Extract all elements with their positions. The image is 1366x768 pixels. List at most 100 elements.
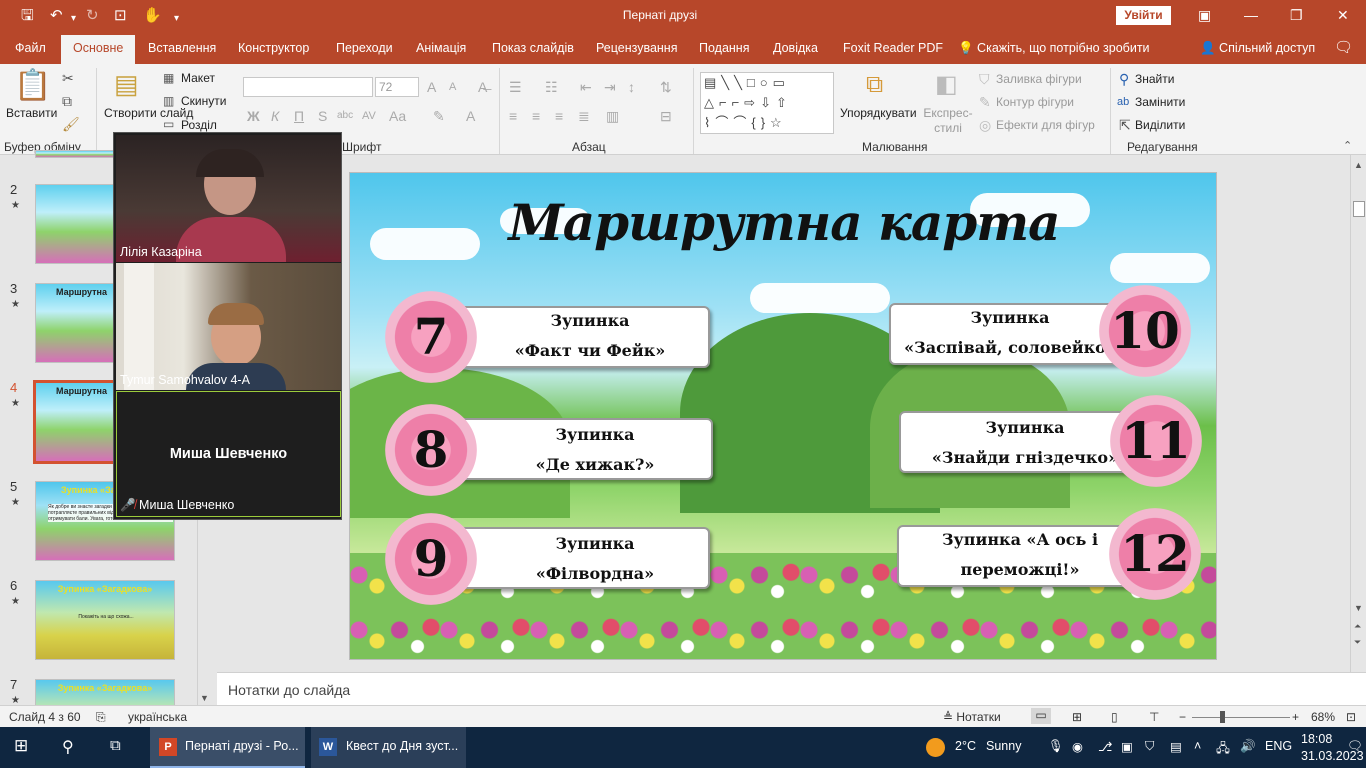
scroll-up-icon[interactable]: ▲ [1354, 160, 1363, 170]
tab-animations[interactable]: Анімація [416, 41, 466, 55]
tab-foxit[interactable]: Foxit Reader PDF [843, 41, 943, 55]
microphone-icon[interactable]: 🎙 [1048, 739, 1064, 754]
start-slideshow-icon[interactable]: ⊡ [114, 7, 127, 25]
stop-7[interactable]: Зупинка «Факт чи Фейк» 7 [375, 281, 715, 383]
notes-pane[interactable]: Нотатки до слайда [217, 672, 1366, 705]
zoom-slider-thumb[interactable] [1220, 711, 1225, 723]
stop-10[interactable]: Зупинка «Заспівай, соловейко» 10 [885, 281, 1215, 381]
search-icon[interactable]: ⚲ [62, 737, 74, 757]
customize-toolbar-icon[interactable]: ▾ [174, 10, 179, 28]
app-tray-icon[interactable]: ▣ [1121, 739, 1133, 754]
security-icon[interactable]: ⛉ [1145, 739, 1154, 754]
tab-review[interactable]: Рецензування [596, 41, 677, 55]
close-icon[interactable]: ✕ [1337, 7, 1349, 24]
reset-button[interactable]: Скинути [181, 94, 226, 108]
align-right-icon[interactable]: ≡ [555, 108, 563, 124]
language-indicator[interactable]: українська [128, 710, 187, 724]
tab-insert[interactable]: Вставлення [148, 41, 216, 55]
usb-icon[interactable]: ⎇ [1098, 739, 1112, 754]
participant-video[interactable]: Миша Шевченко 🎤̸ Миша Шевченко [116, 391, 341, 517]
spacing-icon[interactable]: AV [362, 108, 376, 124]
fit-to-window-icon[interactable]: ⊡ [1346, 710, 1356, 724]
strikethrough-icon[interactable]: abc [337, 108, 353, 124]
cut-icon[interactable]: ✂ [62, 70, 74, 86]
stop-9[interactable]: Зупинка «Філвордна» 9 [375, 505, 715, 605]
highlight-icon[interactable]: ✎ [433, 108, 445, 124]
slide-sorter-icon[interactable]: ⊞ [1072, 710, 1082, 724]
zoom-tray-icon[interactable]: ◉ [1072, 739, 1083, 754]
shape-effects-button[interactable]: Ефекти для фігур [996, 118, 1095, 132]
align-text-icon[interactable]: ⊟ [660, 108, 672, 124]
weather-sun-icon[interactable] [926, 738, 945, 757]
notifications-icon[interactable]: 🗨 [1347, 739, 1363, 754]
touch-mode-icon[interactable]: ✋ [143, 7, 162, 25]
layout-button[interactable]: Макет [181, 71, 215, 85]
font-name-combo[interactable] [243, 77, 373, 97]
quick-styles-icon[interactable]: ◧ [935, 72, 958, 98]
shape-outline-button[interactable]: Контур фігури [996, 95, 1074, 109]
font-color-icon[interactable]: A [466, 108, 475, 124]
stop-11[interactable]: Зупинка «Знайди гніздечко» 11 [885, 391, 1215, 491]
line-spacing-icon[interactable]: ↕ [628, 79, 635, 95]
previous-slide-icon[interactable]: ⏶ [1354, 621, 1361, 632]
new-slide-icon[interactable]: ▤ [114, 70, 139, 98]
share-button[interactable]: 👤 Спільний доступ [1200, 41, 1315, 56]
notes-placeholder[interactable]: Нотатки до слайда [228, 682, 350, 698]
collapse-ribbon-icon[interactable]: ⌃ [1343, 138, 1352, 154]
change-case-icon[interactable]: Aa [389, 108, 406, 124]
tab-home[interactable]: Основне [61, 35, 136, 64]
input-language[interactable]: ENG [1265, 739, 1292, 753]
underline-icon[interactable]: П [294, 108, 304, 124]
scroll-down-icon[interactable]: ▼ [1354, 603, 1363, 613]
tab-file[interactable]: Файл [15, 41, 46, 55]
zoom-level[interactable]: 68% [1311, 710, 1335, 724]
stop-8[interactable]: Зупинка «Де хижак?» 8 [375, 398, 715, 498]
signin-button[interactable]: Увійти [1116, 6, 1171, 25]
comments-icon[interactable]: 🗨 [1334, 38, 1353, 56]
task-view-icon[interactable]: ⧉ [110, 737, 121, 754]
windows-start-icon[interactable]: ⊞ [14, 736, 28, 756]
taskbar-app-powerpoint[interactable]: P Пернаті друзі - Ро... [150, 727, 305, 768]
select-button[interactable]: Виділити [1135, 118, 1185, 132]
zoom-in-icon[interactable]: + [1292, 710, 1299, 724]
columns-icon[interactable]: ▥ [606, 108, 619, 124]
slide-scrollbar[interactable]: ▲ ▼ ⏶ ⏷ [1350, 155, 1366, 672]
taskbar-app-word[interactable]: W Квест до Дня зуст... [311, 727, 466, 768]
next-slide-icon[interactable]: ⏷ [1354, 637, 1361, 648]
copy-icon[interactable]: ⧉ [62, 93, 72, 109]
shape-fill-button[interactable]: Заливка фігури [996, 72, 1082, 86]
slideshow-view-icon[interactable]: ⊤ [1149, 710, 1159, 724]
undo-icon[interactable]: ↶ [50, 7, 63, 25]
arrange-icon[interactable]: ⧉ [866, 72, 883, 98]
network-icon[interactable]: 🖧 [1216, 739, 1230, 760]
slide[interactable]: Маршрутна карта Зупинка «Факт чи Фейк» 7 … [349, 172, 1217, 660]
format-painter-icon[interactable]: 🖌 [62, 116, 80, 132]
scroll-thumb[interactable] [1353, 201, 1365, 217]
reading-view-icon[interactable]: ▯ [1111, 710, 1118, 724]
notes-toggle[interactable]: ≜ Нотатки [943, 710, 1001, 724]
section-button[interactable]: Розділ [181, 118, 217, 132]
quick-styles-button[interactable]: Експрес-стилі [922, 106, 974, 136]
shapes-row-3-icon[interactable]: ⌇⌒⌒{}☆ [704, 115, 787, 131]
zoom-out-icon[interactable]: − [1179, 710, 1186, 724]
volume-icon[interactable]: 🔊 [1240, 739, 1256, 754]
bold-icon[interactable]: Ж [247, 108, 260, 124]
undo-dropdown-icon[interactable]: ▾ [71, 10, 76, 28]
font-size-combo[interactable]: 72 [375, 77, 419, 97]
tab-view[interactable]: Подання [699, 41, 749, 55]
weather-label[interactable]: Sunny [986, 739, 1021, 753]
save-icon[interactable]: 🖫 [21, 7, 34, 25]
justify-icon[interactable]: ≣ [578, 108, 590, 124]
shapes-row-2-icon[interactable]: △⌐⌐⇨⇩⇧ [704, 95, 792, 111]
slide-thumbnail[interactable]: Зупинка «Загадкова» Покажіть на що схожа… [35, 580, 175, 660]
paste-icon[interactable]: 📋 [14, 70, 51, 102]
app-tray-icon-2[interactable]: ▤ [1170, 739, 1182, 754]
clock-time[interactable]: 18:08 [1301, 732, 1332, 746]
chevron-up-icon[interactable]: ˄ [1194, 739, 1201, 753]
participant-video[interactable]: Лілія Казаріна [116, 135, 341, 262]
normal-view-icon[interactable]: ▭ [1031, 708, 1051, 724]
tab-design[interactable]: Конструктор [238, 41, 309, 55]
find-button[interactable]: Знайти [1135, 72, 1174, 86]
align-center-icon[interactable]: ≡ [532, 108, 540, 124]
shapes-gallery[interactable]: ▤╲╲□○▭ △⌐⌐⇨⇩⇧ ⌇⌒⌒{}☆ [700, 72, 834, 134]
